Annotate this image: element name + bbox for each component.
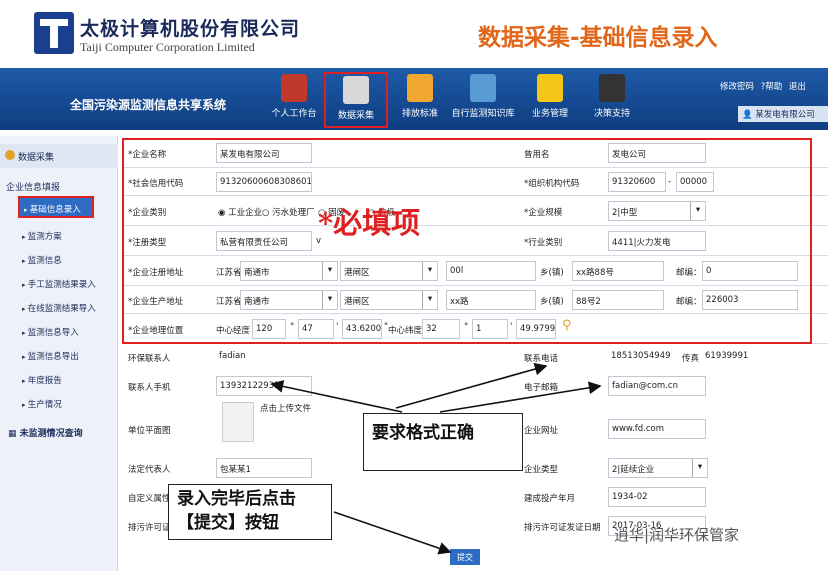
user-company-chip: 👤 某发电有限公司 <box>738 106 828 122</box>
label-permit-date: 排污许可证发证日期 <box>524 523 601 533</box>
nav-decision-support[interactable]: 决策支持 <box>580 72 644 128</box>
website-input[interactable]: www.fd.com <box>608 419 706 439</box>
books-icon <box>470 74 496 102</box>
phone-input[interactable]: 18513054949 <box>608 347 670 367</box>
nav-emission-standard[interactable]: 排放标准 <box>388 72 452 128</box>
label-email: 电子邮箱 <box>524 383 559 393</box>
database-icon <box>343 76 369 104</box>
label-fax: 传真 <box>682 354 700 364</box>
legal-rep-input[interactable]: 包某某1 <box>216 458 312 478</box>
watermark: 逍华|润华环保管家 <box>614 526 740 544</box>
grid-icon: ▦ <box>8 429 20 439</box>
label-mobile: 联系人手机 <box>128 383 171 393</box>
email-input[interactable]: fadian@com.cn <box>608 376 706 396</box>
sidebar-item-info-export[interactable]: 监测信息导出 <box>22 350 79 362</box>
label-build-date: 建成投产年月 <box>524 494 576 504</box>
top-links[interactable]: 修改密码 ?帮助 退出 <box>720 80 806 92</box>
format-note-callout: 要求格式正确 <box>363 413 523 471</box>
slide-title: 数据采集-基础信息录入 <box>478 25 718 51</box>
label-contact: 环保联系人 <box>128 354 171 364</box>
build-date-input[interactable]: 1934-02 <box>608 487 706 507</box>
submit-note-callout: 录入完毕后点击【提交】按钮 <box>168 484 332 540</box>
company-logo <box>34 12 74 54</box>
mobile-input[interactable]: 13932122931 <box>216 376 312 396</box>
company-name-cn: 太极计算机股份有限公司 <box>80 18 301 40</box>
company-type-select[interactable]: 2|延续企业 <box>608 458 708 478</box>
label-floor-plan: 单位平面图 <box>128 426 171 436</box>
app-title: 全国污染源监测信息共享系统 <box>70 98 227 112</box>
nav-personal-workbench[interactable]: 个人工作台 <box>262 72 326 128</box>
sidebar-item-annual-report[interactable]: 年度报告 <box>22 374 62 386</box>
user-icon: 👤 <box>742 110 756 120</box>
book-icon <box>281 74 307 102</box>
required-fields-highlight <box>122 138 812 344</box>
sidebar-item-production[interactable]: 生产情况 <box>22 398 62 410</box>
upload-link[interactable]: 点击上传文件 <box>260 402 311 414</box>
label-phone: 联系电话 <box>524 354 559 364</box>
ruler-icon <box>407 74 433 102</box>
nav-knowledge-base[interactable]: 自行监测知识库 <box>448 72 518 128</box>
label-custom-attr: 自定义属性 <box>128 494 171 504</box>
required-note: *必填项 <box>318 206 421 240</box>
contact-input[interactable]: fadian <box>216 347 312 367</box>
company-name-en: Taiji Computer Corporation Limited <box>80 40 255 54</box>
sidebar-item-monitor-info[interactable]: 监测信息 <box>22 254 62 266</box>
sidebar-item-info-import[interactable]: 监测信息导入 <box>22 326 79 338</box>
fax-input[interactable]: 61939991 <box>702 347 762 367</box>
label-permit: 排污许可证 <box>128 523 171 533</box>
monitor-icon <box>599 74 625 102</box>
sidebar-item-manual-entry[interactable]: 手工监测结果录入 <box>22 278 96 290</box>
label-website: 企业网址 <box>524 426 559 436</box>
sidebar-group-enterprise-info[interactable]: 企业信息填报 <box>6 180 60 193</box>
sidebar-item-basic-info[interactable]: 基础信息录入 <box>18 196 94 218</box>
nav-data-collection[interactable]: 数据采集 <box>324 72 388 128</box>
sidebar-item-online-import[interactable]: 在线监测结果导入 <box>22 302 96 314</box>
sidebar: 数据采集 企业信息填报 基础信息录入 监测方案 监测信息 手工监测结果录入 在线… <box>0 136 118 571</box>
sidebar-item-monitor-plan[interactable]: 监测方案 <box>22 230 62 242</box>
upload-file-icon[interactable] <box>222 402 254 442</box>
nav-business-management[interactable]: 业务管理 <box>518 72 582 128</box>
label-legal-rep: 法定代表人 <box>128 465 171 475</box>
submit-button[interactable]: 提交 <box>450 549 480 565</box>
menu-dot-icon <box>5 150 15 160</box>
label-company-type: 企业类型 <box>524 465 559 475</box>
sidebar-head[interactable]: 数据采集 <box>0 144 118 168</box>
download-box-icon <box>537 74 563 102</box>
sidebar-group-unmonitored[interactable]: ▦ 未监测情况查询 <box>8 426 83 439</box>
